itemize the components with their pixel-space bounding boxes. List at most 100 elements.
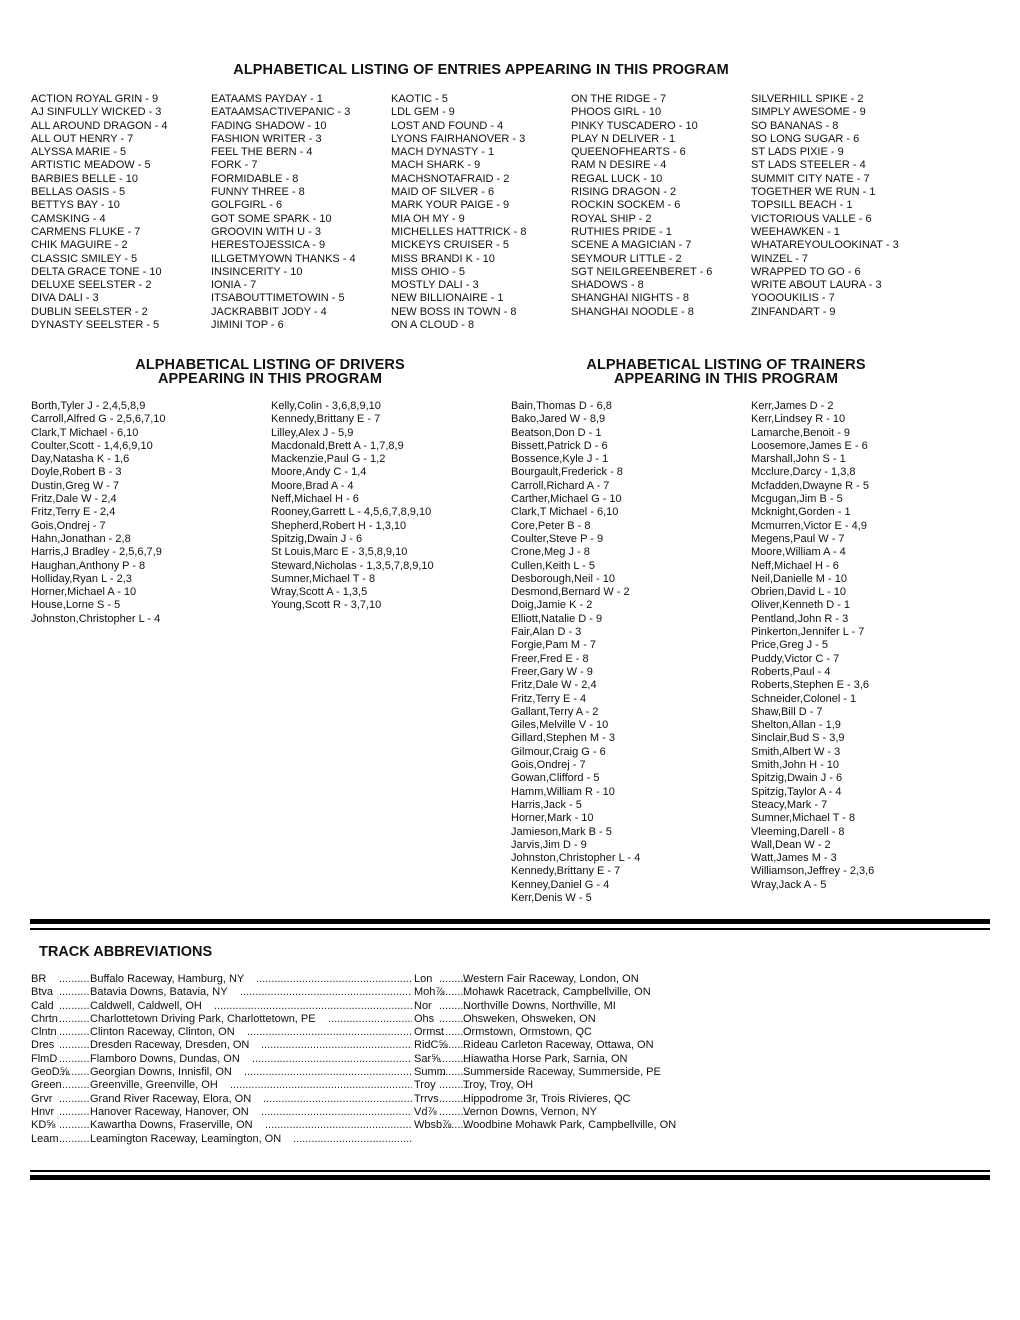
track-abbr: Green — [31, 1079, 62, 1092]
list-item: VICTORIOUS VALLE - 6 — [751, 212, 872, 225]
drivers-title: ALPHABETICAL LISTING OF DRIVERS APPEARIN… — [100, 358, 440, 387]
list-item: Mackenzie,Paul G - 1,2 — [271, 453, 386, 466]
list-item: Megens,Paul W - 7 — [751, 532, 845, 545]
list-item: ARTISTIC MEADOW - 5 — [31, 159, 151, 172]
list-item: Horner,Michael A - 10 — [31, 586, 137, 599]
footer-divider-thin — [30, 1170, 990, 1172]
list-item: LDL GEM - 9 — [391, 106, 455, 119]
list-item: SHANGHAI NOODLE - 8 — [571, 305, 694, 318]
list-item: INSINCERITY - 10 — [211, 265, 303, 278]
list-item: Hamm,William R - 10 — [511, 785, 615, 798]
entries-title: ALPHABETICAL LISTING OF ENTRIES APPEARIN… — [233, 62, 729, 78]
list-item: SO BANANAS - 8 — [751, 119, 839, 132]
track-name: Summerside Raceway, Summerside, PE — [463, 1066, 661, 1079]
list-item: Pinkerton,Jennifer L - 7 — [751, 626, 865, 639]
list-item: BARBIES BELLE - 10 — [31, 172, 138, 185]
leader-dots: ........................................… — [244, 1066, 412, 1079]
list-item: TOGETHER WE RUN - 1 — [751, 186, 876, 199]
list-item: Roberts,Paul - 4 — [751, 665, 831, 678]
list-item: SGT NEILGREENBERET - 6 — [571, 265, 713, 278]
list-item: Oliver,Kenneth D - 1 — [751, 599, 851, 612]
list-item: Carroll,Richard A - 7 — [511, 479, 610, 492]
list-item: Gowan,Clifford - 5 — [511, 772, 600, 785]
list-item: Fritz,Dale W - 2,4 — [511, 679, 597, 692]
list-item: KAOTIC - 5 — [391, 93, 448, 105]
list-item: WHATAREYOULOOKINAT - 3 — [751, 239, 899, 252]
track-abbr: Hnvr — [31, 1105, 55, 1118]
list-item: Wray,Jack A - 5 — [751, 878, 827, 891]
track-abbr: Trrvs — [414, 1092, 439, 1105]
list-item: FORMIDABLE - 8 — [211, 172, 299, 185]
list-item: MAID OF SILVER - 6 — [391, 186, 495, 199]
list-item: REGAL LUCK - 10 — [571, 172, 663, 185]
section-divider-thin — [30, 928, 990, 930]
track-abbr: Vd⅞ — [414, 1105, 437, 1118]
list-item: CLASSIC SMILEY - 5 — [31, 252, 138, 265]
list-item: Clark,T Michael - 6,10 — [31, 426, 139, 439]
track-abbr: FlmD — [31, 1052, 58, 1065]
list-item: HERESTOJESSICA - 9 — [211, 239, 326, 252]
list-item: Kennedy,Brittany E - 7 — [511, 865, 621, 878]
list-item: EATAAMS PAYDAY - 1 — [211, 93, 323, 105]
leader-dots: ........................................… — [247, 1026, 412, 1039]
list-item: FADING SHADOW - 10 — [211, 119, 327, 132]
list-item: Bain,Thomas D - 6,8 — [511, 400, 612, 412]
list-item: Moore,Brad A - 4 — [271, 479, 354, 492]
track-abbr: Chrtn — [31, 1012, 58, 1025]
entries-column-4: ON THE RIDGE - 7 PHOOS GIRL - 10 PINKY TUS… — [571, 93, 712, 319]
list-item: Vleeming,Darell - 8 — [751, 825, 845, 838]
track-name: Hiawatha Horse Park, Sarnia, ON — [463, 1052, 628, 1065]
list-item: Mcknight,Gorden - 1 — [751, 506, 851, 519]
list-item: MOSTLY DALI - 3 — [391, 279, 479, 292]
track-name: Woodbine Mohawk Park, Campbellville, ON — [463, 1119, 677, 1132]
list-item: GOT SOME SPARK - 10 — [211, 212, 332, 225]
entries-column-2: EATAAMS PAYDAY - 1 EATAAMSACTIVEPANIC - 3… — [211, 93, 356, 332]
list-item: Smith,John H - 10 — [751, 759, 840, 772]
track-name: Flamboro Downs, Dundas, ON — [90, 1052, 240, 1065]
list-item: Obrien,David L - 10 — [751, 586, 846, 599]
track-abbr: Leam — [31, 1132, 59, 1145]
leader-dots: ........................................… — [261, 1039, 412, 1052]
trainers-title-line-2: APPEARING IN THIS PROGRAM — [613, 371, 839, 387]
list-item: YOOOUKILIS - 7 — [751, 292, 835, 305]
list-item: PLAY N DELIVER - 1 — [571, 132, 676, 145]
list-item: LYONS FAIRHANOVER - 3 — [391, 132, 526, 145]
list-item: Harris,Jack - 5 — [511, 798, 582, 811]
list-item: ST LADS PIXIE - 9 — [751, 146, 844, 159]
leader-dots: ........................................… — [263, 1092, 412, 1105]
list-item: Young,Scott R - 3,7,10 — [271, 599, 382, 612]
list-item: TOPSILL BEACH - 1 — [751, 199, 853, 212]
list-item: ROCKIN SOCKEM - 6 — [571, 199, 681, 212]
drivers-column-2: Kelly,Colin - 3,6,8,9,10 Kennedy,Brittany… — [271, 400, 434, 613]
track-name: Buffalo Raceway, Hamburg, NY — [90, 973, 245, 985]
list-item: Marshall,John S - 1 — [751, 453, 846, 466]
track-name: Rideau Carleton Raceway, Ottawa, ON — [463, 1039, 654, 1052]
list-item: BELLAS OASIS - 5 — [31, 186, 126, 199]
track-name: Northville Downs, Northville, MI — [463, 999, 616, 1012]
list-item: MACHSNOTAFRAID - 2 — [391, 172, 510, 185]
section-divider-thick — [30, 919, 990, 924]
list-item: DELUXE SEELSTER - 2 — [31, 279, 152, 292]
list-item: WEEHAWKEN - 1 — [751, 225, 840, 238]
list-item: Kerr,Lindsey R - 10 — [751, 413, 846, 426]
list-item: Mcgugan,Jim B - 5 — [751, 493, 843, 506]
list-item: GOLFGIRL - 6 — [211, 199, 283, 212]
list-item: Bissett,Patrick D - 6 — [511, 439, 608, 452]
list-item: Holliday,Ryan L - 2,3 — [31, 572, 132, 585]
list-item: CHIK MAGUIRE - 2 — [31, 239, 128, 252]
list-item: SHADOWS - 8 — [571, 279, 644, 292]
list-item: Wray,Scott A - 1,3,5 — [271, 586, 368, 599]
list-item: Desborough,Neil - 10 — [511, 572, 615, 585]
list-item: Shelton,Allan - 1,9 — [751, 719, 841, 732]
entries-column-1: ACTION ROYAL GRIN - 9 AJ SINFULLY WICKED … — [31, 93, 168, 332]
list-item: Giles,Melville V - 10 — [511, 719, 609, 732]
list-item: EATAAMSACTIVEPANIC - 3 — [211, 106, 351, 119]
list-item: Macdonald,Brett A - 1,7,8,9 — [271, 439, 404, 452]
list-item: Desmond,Bernard W - 2 — [511, 586, 630, 599]
track-abbr: Grvr — [31, 1092, 53, 1105]
list-item: Puddy,Victor C - 7 — [751, 652, 840, 665]
track-abbr: Lon — [414, 973, 433, 985]
list-item: Kelly,Colin - 3,6,8,9,10 — [271, 400, 381, 412]
list-item: MARK YOUR PAIGE - 9 — [391, 199, 510, 212]
leader-dots: ........................................… — [59, 1039, 89, 1052]
